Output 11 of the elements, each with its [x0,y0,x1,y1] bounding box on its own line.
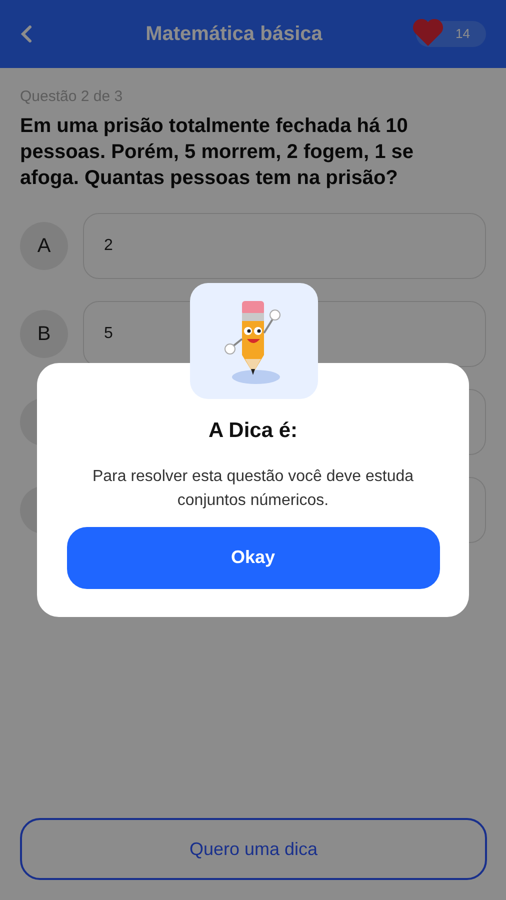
hint-button[interactable]: Quero uma dica [20,818,487,880]
heart-icon [412,17,444,47]
option-letter[interactable]: B [20,310,68,358]
dialog-message: Para resolver esta questão você deve estuda conjuntos númericos. [91,466,415,510]
dialog-title: A Dica é: [208,418,298,444]
okay-button[interactable]: Okay [66,526,440,588]
answer-option[interactable]: 2 [83,212,486,278]
question-text: Em uma prisão totalmente fechada há 10 pessoas. Porém, 5 morrem, 2 fogem, 1 se afoga. Quantas pessoas tem na prisão? [20,114,415,190]
option-letter[interactable]: A [20,222,68,270]
lives-count: 14 [456,25,470,44]
screen-title: Matemática básica [144,22,324,47]
